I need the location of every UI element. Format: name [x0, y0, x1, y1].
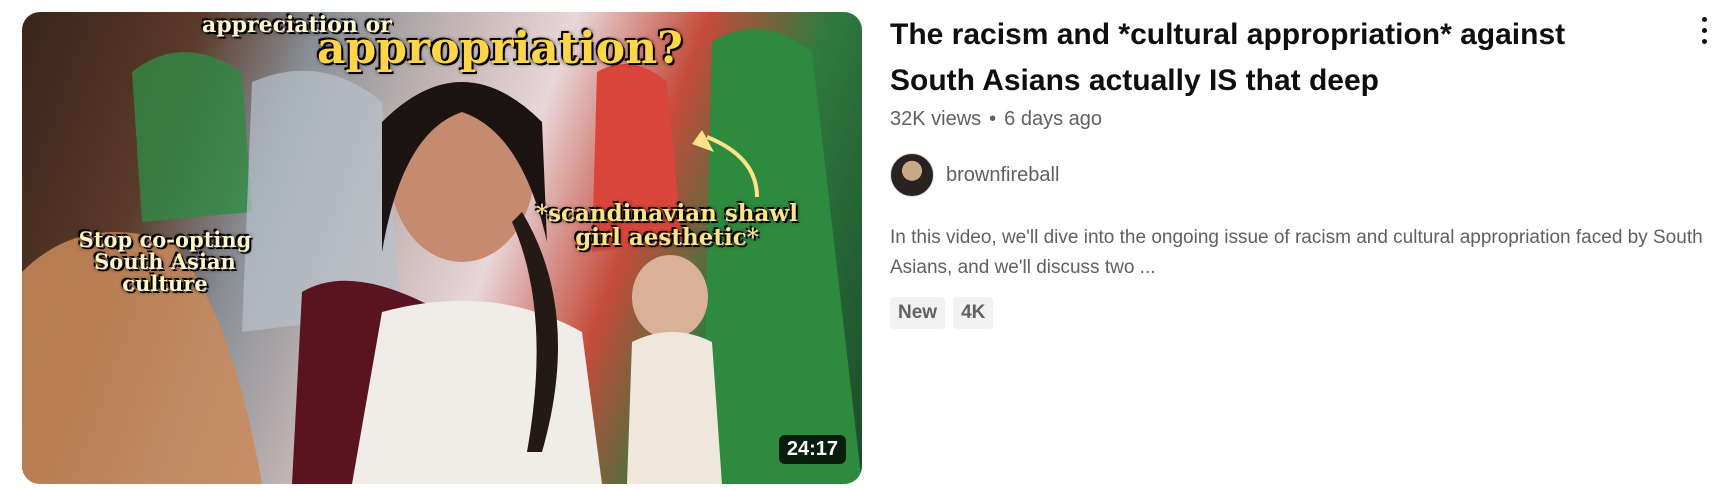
thumbnail-caption-big: appropriation? — [317, 23, 683, 74]
video-result[interactable]: appreciation or appropriation? Stop co-o… — [22, 12, 1722, 484]
channel-name[interactable]: brownfireball — [946, 164, 1059, 187]
video-metadata: 32K views • 6 days ago — [890, 108, 1710, 131]
meta-separator: • — [989, 108, 997, 130]
thumbnail-caption-left: Stop co-opting South Asian culture — [78, 227, 252, 297]
view-count: 32K views — [890, 108, 982, 130]
menu-dot — [1701, 38, 1707, 44]
badge-list: New 4K — [890, 297, 1710, 329]
duration-badge: 24:17 — [778, 435, 846, 464]
video-thumbnail[interactable]: appreciation or appropriation? Stop co-o… — [22, 12, 862, 484]
channel-link[interactable]: brownfireball — [890, 153, 1710, 197]
channel-avatar[interactable] — [890, 153, 934, 197]
video-details: The racism and *cultural appropriation* … — [890, 12, 1710, 329]
video-description: In this video, we'll dive into the ongoi… — [890, 227, 1703, 278]
thumbnail-caption-right: *scandinavian shawl girl aesthetic* — [536, 200, 798, 252]
video-title[interactable]: The racism and *cultural appropriation* … — [890, 12, 1610, 104]
menu-dot — [1701, 16, 1707, 22]
menu-dot — [1701, 27, 1707, 33]
badge-new: New — [890, 297, 946, 329]
more-vert-icon[interactable] — [1686, 12, 1722, 48]
badge-4k: 4K — [953, 297, 994, 329]
upload-age: 6 days ago — [1004, 108, 1103, 130]
